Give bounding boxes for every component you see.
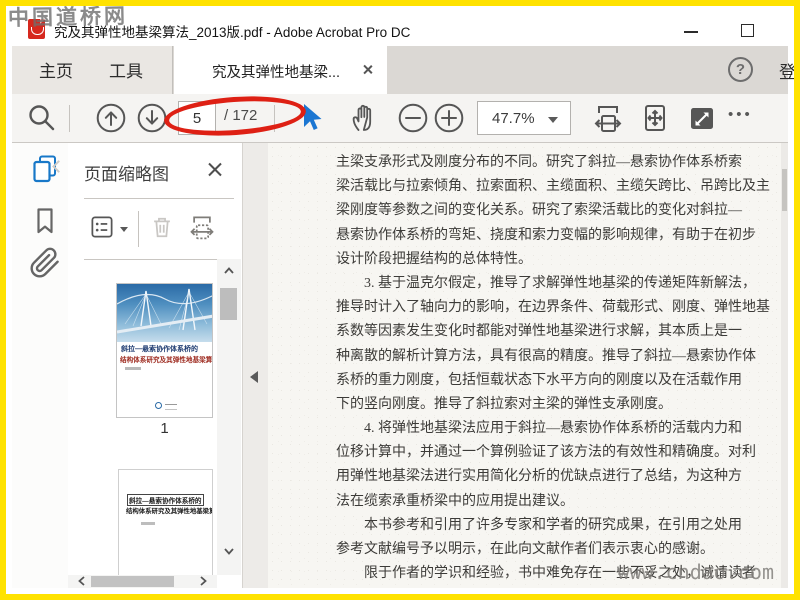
- document-line: 梁刚度等参数之间的变化关系。研究了索梁活载比的变化对斜拉—: [336, 203, 742, 219]
- document-line: 本书参考和引用了许多专家和学者的研究成果，在引用之处用: [364, 517, 742, 533]
- document-line: 主梁支承形式及刚度分布的不同。研究了斜拉—悬索协作体系桥索: [336, 155, 742, 170]
- cover-bridge-image: [117, 284, 212, 342]
- page-thumbnails-panel: 页面缩略图 斜拉—悬索协作体系桥的 结构体系研究及其弹性地基梁算法 1 斜拉—悬…: [68, 143, 242, 588]
- document-line: 悬索协作体系桥的弯矩、挠度和索力变幅的影响规律，有助于在初步: [336, 227, 756, 243]
- document-line: 梁活载比与拉索倾角、拉索面积、主缆面积、主缆矢跨比、吊跨比及主: [336, 179, 770, 195]
- reduce-thumbnails-icon[interactable]: [188, 213, 218, 245]
- page-number-input[interactable]: [178, 101, 216, 135]
- close-window-button[interactable]: [793, 22, 794, 38]
- publisher-logo: [155, 402, 177, 410]
- document-vertical-scrollbar[interactable]: [781, 143, 788, 588]
- vertical-scroll-thumb[interactable]: [220, 288, 237, 320]
- panel-horizontal-scrollbar[interactable]: [68, 575, 217, 588]
- tab-tools[interactable]: 工具: [109, 57, 143, 82]
- select-tool-cursor-icon[interactable]: [296, 102, 328, 134]
- window-title: 究及其弹性地基梁算法_2013版.pdf - Adobe Acrobat Pro…: [54, 25, 411, 40]
- zoom-out-icon[interactable]: [397, 102, 429, 134]
- document-text: 主梁支承形式及刚度分布的不同。研究了斜拉—悬索协作体系桥索梁活载比与拉索倾角、拉…: [336, 151, 780, 588]
- navigation-pane-strip: [12, 143, 68, 588]
- zoom-level-value: 47.7%: [492, 110, 535, 127]
- page-thumbnail-1[interactable]: 斜拉—悬索协作体系桥的 结构体系研究及其弹性地基梁算法: [116, 283, 213, 418]
- previous-page-button[interactable]: [95, 102, 127, 134]
- divider: [84, 259, 234, 260]
- chevron-down-icon: [120, 227, 128, 232]
- search-icon[interactable]: [26, 102, 58, 134]
- hand-tool-icon[interactable]: [348, 102, 380, 134]
- maximize-button[interactable]: [741, 24, 754, 37]
- sign-in-button[interactable]: 登: [779, 58, 794, 83]
- delete-pages-trash-icon[interactable]: [148, 213, 178, 245]
- scroll-left-icon[interactable]: [76, 575, 88, 587]
- collapse-panel-icon[interactable]: [250, 371, 258, 383]
- app-tabs-section: 主页 工具: [12, 46, 173, 94]
- scroll-right-icon[interactable]: [197, 575, 209, 587]
- document-scroll-thumb[interactable]: [782, 169, 787, 211]
- main-toolbar: / 172 47.7% •••: [12, 92, 788, 143]
- bookmarks-icon[interactable]: [29, 205, 61, 237]
- close-panel-icon[interactable]: [206, 161, 223, 178]
- tab-document[interactable]: 究及其弹性地基梁...: [174, 46, 387, 94]
- fit-width-icon[interactable]: [592, 102, 624, 134]
- divider: [274, 105, 275, 132]
- cover-author-mark: [125, 367, 141, 370]
- tab-bar: 主页 工具 究及其弹性地基梁... ? 登: [12, 46, 794, 94]
- divider: [84, 198, 234, 199]
- attachments-paperclip-icon[interactable]: [29, 247, 61, 279]
- divider: [138, 211, 139, 247]
- page-total-label: / 172: [224, 107, 258, 124]
- chevron-down-icon: [548, 117, 558, 123]
- document-line: 批评指正。: [336, 586, 780, 588]
- titlepage-line1: 斜拉—悬索协作体系桥的: [127, 494, 204, 506]
- panel-vertical-scrollbar[interactable]: [217, 259, 241, 575]
- help-icon[interactable]: ?: [728, 57, 753, 82]
- horizontal-scroll-thumb[interactable]: [91, 576, 174, 587]
- titlepage-line2: 结构体系研究及其弹性地基梁算法: [126, 508, 213, 515]
- scroll-down-icon[interactable]: [223, 545, 235, 557]
- document-line: 种离散的解析计算方法，具有很高的精度。推导了斜拉—悬索协作体: [336, 348, 756, 364]
- zoom-level-dropdown[interactable]: 47.7%: [477, 101, 571, 135]
- panel-collapse-strip: [242, 143, 268, 588]
- more-tools-icon[interactable]: •••: [728, 106, 753, 123]
- document-line: 系数等因素发生变化时都能对弹性地基梁进行求解，其本质上是一: [336, 324, 742, 340]
- document-line: 用弹性地基梁法进行实用简化分析的优缺点进行了总结，为这种方: [336, 469, 742, 485]
- document-line: 限于作者的学识和经验，书中难免存在一些不妥之处，诚请读者: [364, 566, 756, 582]
- document-tab-label: 究及其弹性地基梁...: [212, 65, 341, 81]
- fullscreen-icon[interactable]: [686, 102, 718, 134]
- document-line: 设计阶段把握结构的总体特性。: [336, 251, 532, 267]
- page-1-label: 1: [160, 420, 169, 437]
- document-line: 推导时计入了轴向力的影响，在边界条件、荷载形式、刚度、弹性地基: [336, 300, 770, 316]
- cover-title-line1: 斜拉—悬索协作体系桥的: [121, 344, 211, 354]
- document-line: 系桥的重力刚度，包括恒载状态下水平方向的刚度以及在活载作用: [336, 372, 742, 388]
- acrobat-window: 究及其弹性地基梁算法_2013版.pdf - Adobe Acrobat Pro…: [0, 0, 800, 600]
- tab-home[interactable]: 主页: [39, 57, 73, 82]
- scroll-up-icon[interactable]: [223, 265, 235, 277]
- panel-title: 页面缩略图: [84, 165, 169, 184]
- document-line: 3. 基于温克尔假定，推导了求解弹性地基梁的传递矩阵新解法，: [364, 275, 756, 291]
- next-page-button[interactable]: [136, 102, 168, 134]
- fit-page-icon[interactable]: [639, 102, 671, 134]
- zoom-in-icon[interactable]: [433, 102, 465, 134]
- thumbnail-options-icon[interactable]: [88, 213, 118, 245]
- document-line: 位移计算中，并通过一个算例验证了该方法的有效性和精确度。对利: [336, 445, 756, 461]
- document-line: 参考文献编号予以明示，在此向文献作者们表示衷心的感谢。: [336, 542, 714, 557]
- divider: [69, 105, 70, 132]
- pdf-file-icon: [28, 19, 45, 39]
- cover-title-line2: 结构体系研究及其弹性地基梁算法: [120, 357, 213, 364]
- close-document-tab-icon[interactable]: [362, 64, 373, 75]
- document-view: 主梁支承形式及刚度分布的不同。研究了斜拉—悬索协作体系桥索梁活载比与拉索倾角、拉…: [268, 143, 788, 588]
- document-line: 4. 将弹性地基梁法应用于斜拉—悬索协作体系桥的活载内力和: [364, 421, 742, 437]
- document-line: 法在缆索承重桥梁中的应用提出建议。: [336, 493, 574, 509]
- titlepage-author-mark: [141, 522, 155, 525]
- page-thumbnail-2[interactable]: 斜拉—悬索协作体系桥的 结构体系研究及其弹性地基梁算法: [118, 469, 213, 581]
- document-line: 下的竖向刚度。推导了斜拉索对主梁的弹性支承刚度。: [336, 396, 672, 412]
- minimize-button[interactable]: [684, 31, 698, 33]
- title-bar: 究及其弹性地基梁算法_2013版.pdf - Adobe Acrobat Pro…: [12, 12, 788, 46]
